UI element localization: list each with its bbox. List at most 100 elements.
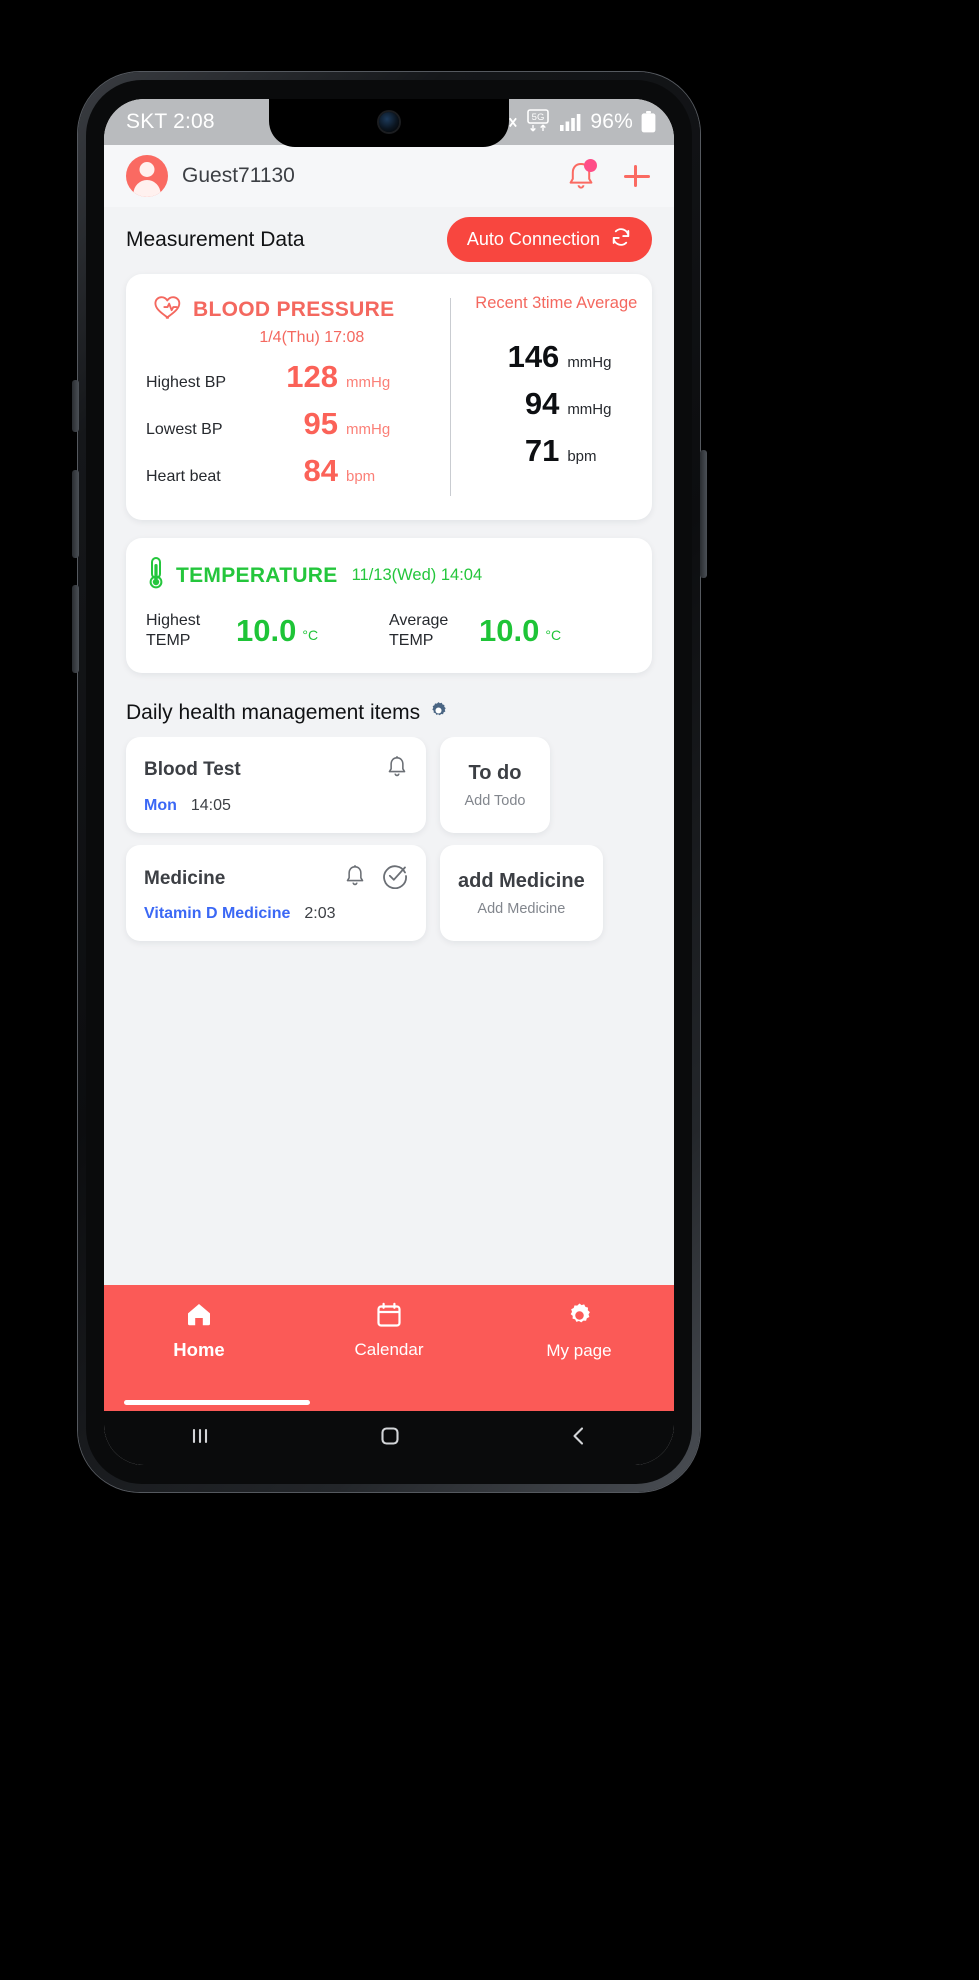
table-row: Lowest BP 95 mmHg bbox=[146, 406, 450, 453]
temperature-values: Highest TEMP 10.0 °C Average TEMP 10.0 °… bbox=[146, 611, 632, 651]
bell-icon[interactable] bbox=[344, 864, 366, 893]
check-circle-icon[interactable] bbox=[382, 863, 408, 894]
scroll-area[interactable]: Measurement Data Auto Connection BLOOD P… bbox=[104, 207, 674, 1285]
phone-screen: SKT 2:08 5G 96% Guest71130 Measurement D… bbox=[104, 99, 674, 1465]
status-carrier-time: SKT 2:08 bbox=[126, 110, 215, 133]
nav-label-calendar: Calendar bbox=[354, 1340, 424, 1359]
task-time: 2:03 bbox=[304, 905, 336, 922]
bp-row-unit: mmHg bbox=[346, 374, 391, 391]
temperature-header: TEMPERATURE 11/13(Wed) 14:04 bbox=[146, 556, 632, 595]
add-todo-subtitle: Add Todo bbox=[464, 792, 526, 809]
nav-item-home[interactable]: Home bbox=[104, 1301, 294, 1361]
back-chevron-icon[interactable] bbox=[567, 1424, 591, 1453]
temperature-cell-label: Highest TEMP bbox=[146, 611, 228, 651]
nav-label-my-page: My page bbox=[546, 1340, 612, 1360]
temperature-label-line2: TEMP bbox=[146, 632, 191, 649]
phone-side-button[interactable] bbox=[72, 380, 79, 432]
calendar-icon bbox=[376, 1302, 402, 1333]
gear-icon[interactable] bbox=[429, 701, 448, 725]
temperature-date: 11/13(Wed) 14:04 bbox=[351, 566, 483, 584]
svg-text:5G: 5G bbox=[532, 112, 545, 123]
temperature-cell-label: Average TEMP bbox=[389, 611, 471, 651]
avg-row-unit: mmHg bbox=[567, 354, 612, 371]
temperature-card[interactable]: TEMPERATURE 11/13(Wed) 14:04 Highest TEM… bbox=[126, 538, 652, 673]
volume-down-button[interactable] bbox=[72, 585, 79, 673]
bp-row-value: 84 bbox=[303, 453, 338, 488]
nav-label-home: Home bbox=[173, 1339, 225, 1360]
bottom-navigation: Home Calendar My page bbox=[104, 1285, 674, 1377]
average-rows: 146 mmHg 94 mmHg 71 bpm bbox=[465, 339, 648, 480]
battery-icon bbox=[641, 111, 656, 133]
temperature-label-line2: TEMP bbox=[389, 632, 434, 649]
avg-row-value: 146 bbox=[507, 339, 560, 374]
battery-percent-label: 96% bbox=[590, 110, 633, 133]
task-header: Medicine bbox=[144, 863, 408, 894]
avg-row-value: 71 bbox=[524, 433, 560, 468]
add-medicine-title: add Medicine bbox=[458, 869, 585, 892]
avg-row-value: 94 bbox=[524, 386, 560, 421]
5g-icon: 5G bbox=[526, 109, 552, 135]
blood-pressure-title: BLOOD PRESSURE bbox=[193, 298, 395, 321]
task-name: Blood Test bbox=[144, 758, 241, 780]
task-schedule: Mon 14:05 bbox=[144, 797, 408, 815]
table-row: 71 bpm bbox=[465, 433, 648, 480]
task-time: 14:05 bbox=[190, 797, 231, 814]
home-icon bbox=[185, 1301, 213, 1332]
avatar[interactable] bbox=[126, 155, 168, 197]
task-icons bbox=[386, 755, 408, 784]
temperature-title: TEMPERATURE bbox=[176, 563, 338, 587]
temperature-label-line1: Average bbox=[389, 612, 449, 629]
auto-connection-button[interactable]: Auto Connection bbox=[446, 217, 652, 262]
android-navigation-bar bbox=[104, 1411, 674, 1465]
daily-cards-row-1[interactable]: Blood Test Mon 14:05 To do Add Todo bbox=[104, 737, 674, 845]
username-label: Guest71130 bbox=[182, 164, 295, 187]
temperature-cell-average: Average TEMP 10.0 °C bbox=[389, 611, 632, 651]
bp-row-label: Highest BP bbox=[146, 374, 227, 391]
auto-connection-label: Auto Connection bbox=[466, 229, 600, 249]
avg-row-unit: mmHg bbox=[567, 401, 612, 418]
thermometer-icon bbox=[146, 556, 166, 595]
blood-pressure-date: 1/4(Thu) 17:08 bbox=[259, 329, 365, 346]
temperature-cell-value: 10.0 bbox=[236, 613, 297, 648]
nav-item-calendar[interactable]: Calendar bbox=[294, 1302, 484, 1360]
home-square-icon[interactable] bbox=[378, 1424, 402, 1453]
blood-pressure-main: BLOOD PRESSURE 1/4(Thu) 17:08 Highest BP… bbox=[126, 294, 450, 500]
bp-row-value: 128 bbox=[286, 359, 338, 394]
bp-row-unit: mmHg bbox=[346, 421, 391, 438]
blood-pressure-rows: Highest BP 128 mmHg Lowest BP 95 mmHg He… bbox=[146, 359, 450, 500]
table-row: 94 mmHg bbox=[465, 386, 648, 433]
temperature-cell-unit: °C bbox=[545, 627, 562, 643]
task-name: Medicine bbox=[144, 867, 226, 889]
list-item[interactable]: Medicine Vitamin D Medicine 2:03 bbox=[126, 845, 426, 941]
notification-bell-button[interactable] bbox=[566, 159, 597, 192]
bell-icon[interactable] bbox=[386, 755, 408, 784]
front-camera bbox=[379, 112, 399, 132]
add-todo-card[interactable]: To do Add Todo bbox=[440, 737, 550, 833]
add-medicine-card[interactable]: add Medicine Add Medicine bbox=[440, 845, 603, 941]
bp-row-label: Lowest BP bbox=[146, 421, 223, 438]
volume-up-button[interactable] bbox=[72, 470, 79, 558]
task-icons bbox=[344, 863, 408, 894]
add-medicine-subtitle: Add Medicine bbox=[477, 900, 566, 917]
task-day: Mon bbox=[144, 797, 177, 814]
temperature-cell-value: 10.0 bbox=[479, 613, 540, 648]
signal-bars-icon bbox=[560, 113, 582, 131]
list-item[interactable]: Blood Test Mon 14:05 bbox=[126, 737, 426, 833]
temperature-label-line1: Highest bbox=[146, 612, 201, 629]
add-button[interactable] bbox=[622, 161, 652, 191]
gear-icon bbox=[566, 1302, 593, 1334]
refresh-icon bbox=[610, 226, 632, 253]
blood-pressure-card[interactable]: BLOOD PRESSURE 1/4(Thu) 17:08 Highest BP… bbox=[126, 274, 652, 520]
measurement-section-header: Measurement Data Auto Connection bbox=[104, 207, 674, 274]
page-title: Measurement Data bbox=[126, 227, 305, 251]
daily-cards-row-2[interactable]: Medicine Vitamin D Medicine 2:03 add Med… bbox=[104, 845, 674, 953]
bp-row-unit: bpm bbox=[346, 468, 376, 485]
power-button[interactable] bbox=[700, 450, 707, 578]
gesture-indicator bbox=[104, 1377, 674, 1411]
blood-pressure-header: BLOOD PRESSURE bbox=[146, 294, 450, 326]
task-schedule: Vitamin D Medicine 2:03 bbox=[144, 905, 408, 923]
nav-item-my-page[interactable]: My page bbox=[484, 1302, 674, 1361]
recents-icon[interactable] bbox=[187, 1425, 213, 1452]
average-title: Recent 3time Average bbox=[475, 294, 638, 312]
daily-section-title: Daily health management items bbox=[126, 701, 421, 724]
